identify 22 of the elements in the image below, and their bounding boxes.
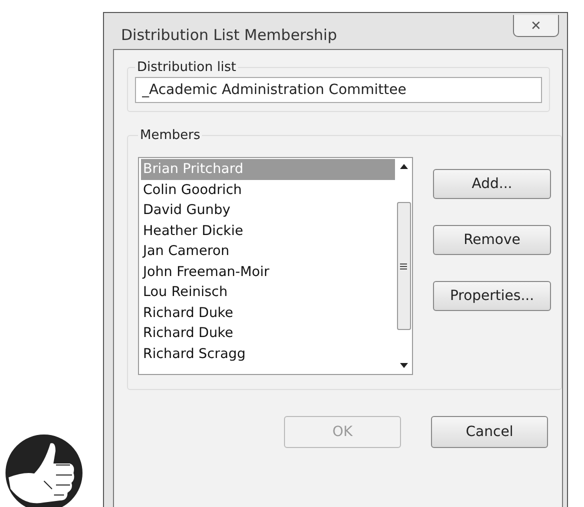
side-button[interactable]: Remove	[433, 225, 551, 255]
scroll-thumb[interactable]	[396, 202, 410, 330]
close-button[interactable]: ✕	[513, 15, 559, 37]
group-label: Distribution list	[136, 60, 238, 75]
member-item[interactable]: Heather Dickie	[141, 220, 395, 241]
member-item[interactable]: Richard Scragg	[141, 344, 395, 364]
member-item[interactable]: Richard Duke	[141, 323, 395, 344]
member-item[interactable]: Colin Goodrich	[141, 180, 395, 200]
list-name-field[interactable]: _Academic Administration Committee	[135, 77, 542, 103]
group-label: Members	[139, 128, 202, 143]
member-item[interactable]: Jan Cameron	[141, 241, 395, 262]
side-button[interactable]: Add...	[433, 169, 551, 199]
member-item[interactable]: Richard Duke	[141, 302, 395, 323]
scroll-up-icon[interactable]	[400, 164, 408, 169]
side-button[interactable]: Properties...	[433, 281, 551, 311]
window-title: Distribution List Membership	[121, 26, 337, 44]
dialog-button[interactable]: Cancel	[431, 416, 548, 448]
grip-icon	[400, 262, 407, 270]
member-item[interactable]: John Freeman-Moir	[141, 262, 395, 282]
scroll-down-icon[interactable]	[400, 363, 408, 368]
member-item[interactable]: David Gunby	[141, 200, 395, 220]
member-item[interactable]: Lou Reinisch	[141, 282, 395, 302]
